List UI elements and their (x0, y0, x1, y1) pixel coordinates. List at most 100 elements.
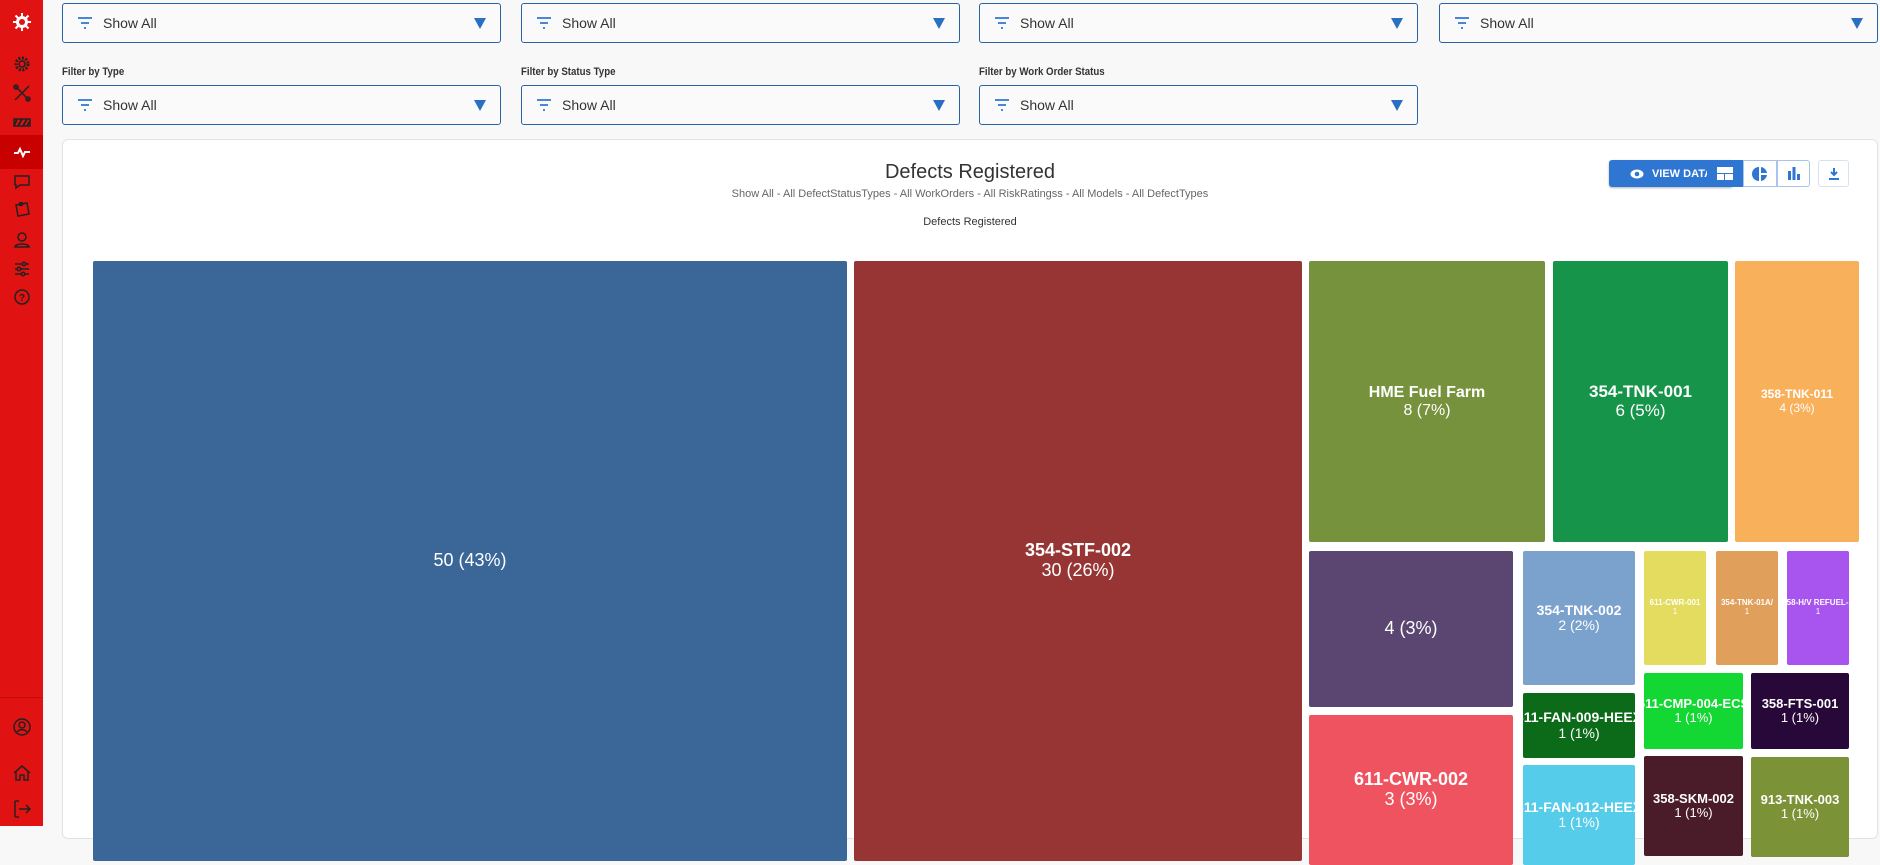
caret-down-icon (1851, 18, 1863, 29)
filter-label: Filter by Work Order Status (979, 66, 1105, 78)
caret-down-icon (474, 18, 486, 29)
treemap-tile[interactable]: 913-TNK-003 1 (1%) (1751, 757, 1849, 857)
tile-value: 1 (1672, 607, 1678, 616)
dropdown-value: Show All (562, 97, 616, 113)
filter-label: Filter by Type (62, 66, 125, 78)
home-icon[interactable] (0, 756, 43, 790)
sidebar: ? (0, 0, 43, 826)
caret-down-icon (474, 100, 486, 111)
tile-value: 50 (43%) (433, 550, 507, 571)
treemap-tile[interactable]: 4 (3%) (1309, 551, 1513, 707)
pie-view-button[interactable] (1743, 160, 1777, 187)
caret-down-icon (933, 100, 945, 111)
caret-down-icon (1391, 18, 1403, 29)
treemap-tile[interactable]: HME Fuel Farm 8 (7%) (1309, 261, 1545, 542)
filter-dropdown[interactable]: Show All (62, 85, 501, 125)
tile-name: 358-FTS-001 (1761, 695, 1839, 711)
svg-text:?: ? (18, 293, 24, 304)
download-button[interactable] (1818, 160, 1849, 187)
treemap-tile[interactable]: 611-CWR-002 3 (3%) (1309, 715, 1513, 865)
divider (0, 697, 43, 698)
bar-view-button[interactable] (1777, 160, 1810, 187)
filter-dropdown[interactable]: Show All (979, 3, 1418, 43)
treemap-tile[interactable]: 354-STF-002 30 (26%) (854, 261, 1302, 861)
tile-name: 354-TNK-001 (1589, 381, 1692, 401)
eye-icon (1630, 169, 1644, 178)
treemap-view-button[interactable] (1707, 160, 1743, 187)
dropdown-value: Show All (103, 15, 157, 31)
caret-down-icon (933, 18, 945, 29)
activity-icon[interactable] (0, 135, 43, 169)
tile-value: 4 (3%) (1384, 618, 1438, 639)
download-icon (1828, 168, 1839, 180)
clipboard-icon[interactable] (0, 193, 43, 227)
filter-dropdown[interactable]: Show All (521, 3, 960, 43)
dropdown-value: Show All (1020, 97, 1074, 113)
tile-name: HME Fuel Farm (1368, 383, 1486, 401)
filter-dropdown[interactable]: Show All (1439, 3, 1878, 43)
treemap-tile[interactable]: 358-FTS-001 1 (1%) (1751, 673, 1849, 749)
tile-name: 354-TNK-002 (1536, 601, 1622, 618)
tile-value: 6 (5%) (1615, 400, 1666, 420)
tile-value: 1 (1%) (1674, 710, 1713, 725)
tile-name: 358-TNK-011 (1760, 387, 1834, 402)
treemap-tile[interactable]: 611-CMP-004-ECS 1 (1%) (1638, 673, 1749, 749)
filter-icon (1455, 17, 1469, 29)
tile-name: 611-FAN-009-HEEX (1515, 709, 1643, 726)
treemap-tile[interactable]: 611-FAN-009-HEEX 1 (1%) (1516, 693, 1642, 758)
chart-subtitle: Show All - All DefectStatusTypes - All W… (731, 188, 1209, 200)
treemap-title: Defects Registered (923, 216, 1017, 228)
tile-value: 1 (1%) (1558, 814, 1600, 830)
filter-dropdown[interactable]: Show All (62, 3, 501, 43)
filter-icon (995, 99, 1009, 111)
chart-card: Defects Registered Show All - All Defect… (62, 139, 1878, 865)
tile-name: 611-CMP-004-ECS (1637, 695, 1750, 711)
help-icon[interactable]: ? (0, 281, 43, 315)
tile-name: 913-TNK-003 (1760, 791, 1840, 807)
tile-value: 1 (1%) (1780, 710, 1820, 725)
tile-name: 611-FAN-012-HEEX (1515, 798, 1643, 815)
bar-chart-icon (1787, 167, 1800, 180)
treemap-tile[interactable]: 358-H/V REFUEL-S 1 (1782, 551, 1854, 665)
filter-label: Filter by Status Type (521, 66, 616, 78)
treemap-tile[interactable]: 354-TNK-001 6 (5%) (1553, 261, 1728, 542)
filter-icon (995, 17, 1009, 29)
filter-icon (537, 17, 551, 29)
filter-dropdown[interactable]: Show All (979, 85, 1418, 125)
tile-name: 358-SKM-002 (1653, 790, 1734, 806)
treemap-tile[interactable]: 50 (43%) (93, 261, 847, 861)
filter-icon (78, 99, 92, 111)
tile-name: 611-CWR-002 (1353, 769, 1469, 790)
pie-chart-icon (1752, 166, 1767, 181)
caret-down-icon (1391, 100, 1403, 111)
tile-value: 1 (1815, 607, 1821, 616)
treemap-tile[interactable]: 611-CWR-001 1 (1644, 551, 1706, 665)
treemap-tile[interactable]: 354-TNK-002 2 (2%) (1523, 551, 1635, 685)
filter-icon (537, 99, 551, 111)
dropdown-value: Show All (1480, 15, 1534, 31)
profile-icon[interactable] (0, 710, 43, 744)
logout-icon[interactable] (0, 792, 43, 826)
filter-dropdown[interactable]: Show All (521, 85, 960, 125)
filter-icon (78, 17, 92, 29)
dropdown-value: Show All (562, 15, 616, 31)
tools-icon[interactable] (0, 76, 43, 110)
chart-title: Defects Registered (884, 161, 1056, 183)
tile-value: 1 (1744, 607, 1750, 616)
tile-value: 4 (3%) (1779, 400, 1815, 415)
treemap-tile[interactable]: 354-TNK-01A/1 (1716, 551, 1778, 665)
view-data-label: VIEW DATA (1651, 167, 1713, 180)
tile-value: 3 (3%) (1384, 789, 1438, 809)
tile-value: 1 (1%) (1674, 805, 1713, 820)
logo-icon[interactable] (0, 5, 43, 39)
tile-value: 1 (1%) (1558, 724, 1600, 741)
treemap-tile[interactable]: 358-SKM-002 1 (1%) (1644, 756, 1743, 856)
tile-value: 2 (2%) (1558, 617, 1600, 633)
tile-value: 8 (7%) (1403, 401, 1451, 419)
treemap-tile[interactable]: 358-TNK-011 4 (3%) (1735, 261, 1859, 542)
dropdown-value: Show All (1020, 15, 1074, 31)
treemap-tile[interactable]: 611-FAN-012-HEEX 1 (1%) (1516, 765, 1642, 865)
tile-name: 354-STF-002 (1024, 540, 1132, 561)
tile-value: 30 (26%) (1041, 560, 1115, 580)
tile-value: 1 (1%) (1780, 806, 1820, 821)
